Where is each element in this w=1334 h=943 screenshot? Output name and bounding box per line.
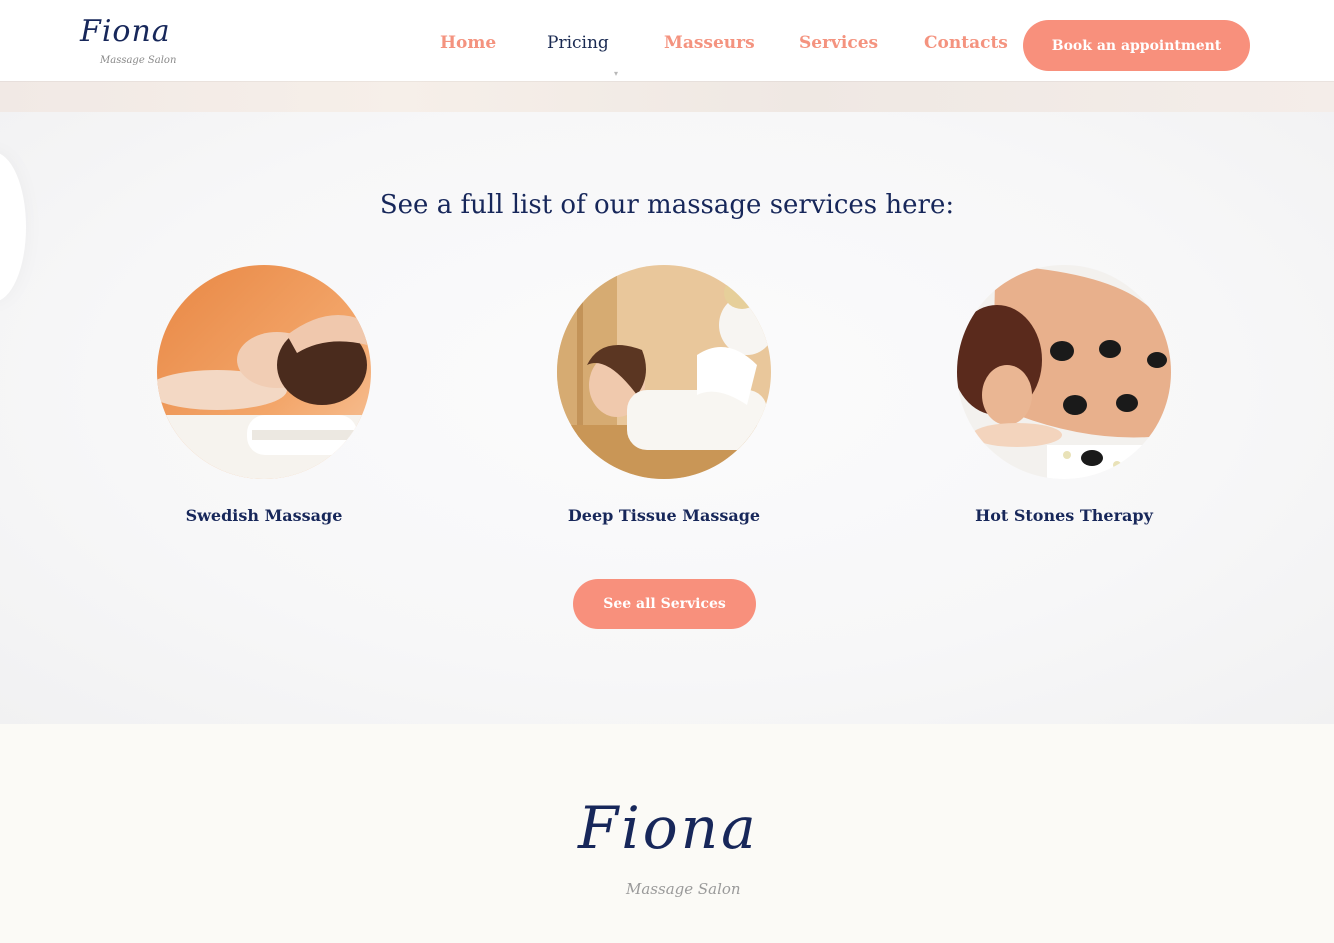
logo-wordmark: Fiona: [80, 14, 171, 49]
nav-pricing[interactable]: Pricing: [547, 33, 609, 53]
footer-logo[interactable]: Fiona Massage Salon: [578, 794, 758, 902]
nav-masseurs[interactable]: Masseurs: [664, 33, 755, 53]
service-card-hot-stones[interactable]: Hot Stones Therapy: [957, 265, 1171, 525]
book-appointment-button[interactable]: Book an appointment: [1023, 20, 1250, 71]
nav-contacts[interactable]: Contacts: [924, 33, 1008, 53]
logo-tagline: Massage Salon: [100, 55, 177, 66]
service-name[interactable]: Deep Tissue Massage: [497, 506, 831, 525]
site-header: Fiona Massage Salon Home Pricing ▾ Masse…: [0, 0, 1334, 81]
swedish-massage-image[interactable]: [157, 265, 371, 479]
hero-background: [0, 81, 1334, 112]
decorative-petal: [0, 152, 26, 302]
dropdown-caret-icon: ▾: [614, 69, 619, 78]
service-card-deep-tissue[interactable]: Deep Tissue Massage: [557, 265, 771, 525]
see-all-services-button[interactable]: See all Services: [573, 579, 756, 629]
service-name[interactable]: Swedish Massage: [97, 506, 431, 525]
header-logo[interactable]: Fiona Massage Salon: [80, 14, 190, 70]
service-name[interactable]: Hot Stones Therapy: [897, 506, 1231, 525]
nav-services[interactable]: Services: [799, 33, 878, 53]
services-heading: See a full list of our massage services …: [379, 190, 955, 220]
hot-stones-therapy-image[interactable]: [957, 265, 1171, 479]
service-card-swedish[interactable]: Swedish Massage: [157, 265, 371, 525]
deep-tissue-massage-image[interactable]: [557, 265, 771, 479]
services-section: See a full list of our massage services …: [0, 112, 1334, 724]
footer-tagline: Massage Salon: [626, 880, 741, 898]
nav-home[interactable]: Home: [440, 33, 496, 53]
footer-wordmark: Fiona: [578, 794, 759, 862]
site-footer: Fiona Massage Salon: [0, 724, 1334, 943]
